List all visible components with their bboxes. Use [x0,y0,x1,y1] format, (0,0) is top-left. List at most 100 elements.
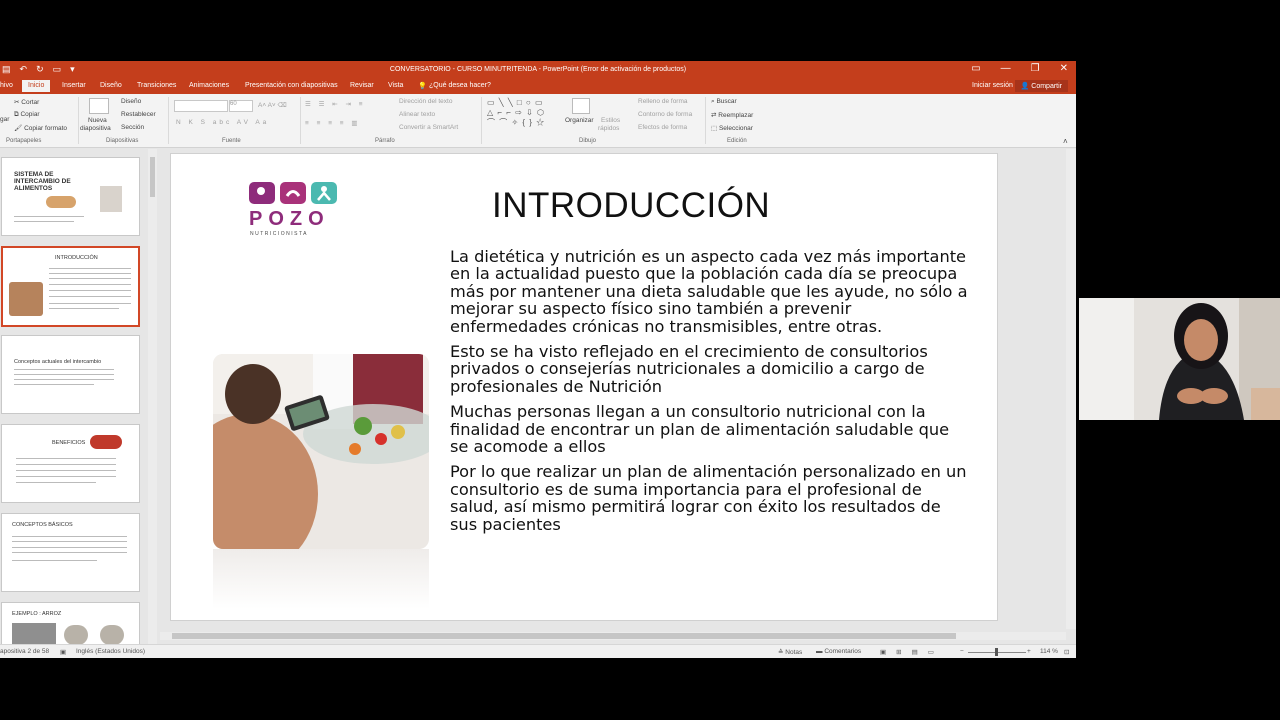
replace-label: Reemplazar [718,112,754,119]
tab-view[interactable]: Vista [388,82,403,89]
align-text-button[interactable]: Alinear texto [399,111,435,118]
paste-button[interactable]: gar [0,116,9,123]
font-size-input[interactable]: 60 [229,100,253,112]
reset-button[interactable]: Restablecer [121,111,156,118]
brush-icon: 🖌 [14,125,25,132]
spellcheck-icon[interactable]: ▣ [60,648,66,656]
group-label-font: Fuente [222,138,241,144]
sign-in-link[interactable]: Iniciar sesión [972,82,1013,89]
slide-thumbnail-5[interactable]: CONCEPTOS BÁSICOS [1,513,140,592]
tab-review[interactable]: Revisar [350,82,374,89]
text-line [16,464,116,465]
share-label: Compartir [1031,83,1062,90]
shape-effects-button[interactable]: Efectos de forma [638,124,687,131]
collapse-ribbon-icon[interactable]: ˄ [1063,137,1068,146]
nutrition-consultation-photo[interactable] [213,354,429,549]
separator [300,97,301,144]
select-icon: ⬚ [711,125,719,132]
select-label: Seleccionar [718,125,753,132]
tab-slideshow[interactable]: Presentación con diapositivas [245,82,338,89]
cut-button[interactable]: ✂ Cortar [14,98,39,106]
arrange-icon [572,98,590,114]
group-label-paragraph: Párrafo [375,138,395,144]
shapes-gallery[interactable]: ▭ ╲ ╲ □ ○ ▭ △ ⌐ ⌐ ⇨ ⇩ ⬡ ⌒ ⌒ ✧ { } ☆ [487,98,553,128]
group-label-clipboard: Portapapeles [6,138,42,144]
scrollbar-thumb[interactable] [172,633,956,639]
slide-horizontal-scrollbar[interactable] [160,632,1066,640]
zoom-level[interactable]: 114 % [1040,648,1058,655]
tab-transitions[interactable]: Transiciones [137,82,176,89]
thumbnail-title: CONCEPTOS BÁSICOS [12,522,73,528]
tab-animations[interactable]: Animaciones [189,82,229,89]
quick-styles-button-line2[interactable]: rápidos [598,125,619,132]
text-line [16,476,116,477]
new-slide-button-line2[interactable]: diapositiva [80,125,111,132]
new-slide-button[interactable]: Nueva [88,117,107,124]
text-line [49,273,131,274]
tab-file[interactable]: hivo [0,82,13,89]
tell-me-box[interactable]: ¿Qué desea hacer? [429,82,491,89]
ribbon-display-icon[interactable]: ▭ [971,63,980,74]
text-direction-button[interactable]: Dirección del texto [399,98,452,105]
separator [481,97,482,144]
layout-button[interactable]: Diseño [121,98,141,105]
measuring-tape-image [90,435,122,449]
consultation-image [9,282,43,316]
quick-styles-button[interactable]: Estilos [601,117,620,124]
slide-thumbnail-3[interactable]: Conceptos actuales del intercambio [1,335,140,414]
separator [705,97,706,144]
select-button[interactable]: ⬚ Seleccionar [711,124,753,132]
slide-canvas[interactable]: POZO NUTRICIONISTA INTRODUCCIÓN La dieté… [170,153,998,621]
close-icon[interactable]: ✕ [1060,63,1068,74]
slide-thumbnail-4[interactable]: BENEFICIOS [1,424,140,503]
text-line [12,541,127,542]
slide-title[interactable]: INTRODUCCIÓN [492,186,770,226]
slide-vertical-scrollbar[interactable] [1066,149,1076,629]
group-label-slides: Diapositivas [106,138,139,144]
slide-thumbnail-1[interactable]: SISTEMA DE INTERCAMBIO DE ALIMENTOS [1,157,140,236]
thumbnail-title: Conceptos actuales del intercambio [14,359,102,365]
shape-outline-button[interactable]: Contorno de forma [638,111,692,118]
tab-design[interactable]: Diseño [100,82,122,89]
minimize-icon[interactable]: — [1001,63,1011,74]
lightbulb-icon: 💡 [418,83,427,90]
thumbnail-scrollbar[interactable] [148,149,157,649]
comments-button[interactable]: ▬ Comentarios [816,648,861,655]
notes-button[interactable]: ≙ Notas [778,648,802,656]
list-buttons[interactable]: ☰ ☰ ⇤ ⇥ ≡ [305,100,366,108]
portrait-image [100,186,122,212]
restore-icon[interactable]: ❐ [1031,63,1040,74]
arrange-button[interactable]: Organizar [565,117,594,124]
slide-body-textbox[interactable]: La dietética y nutrición es un aspecto c… [450,248,970,541]
scrollbar-thumb[interactable] [150,157,155,197]
align-buttons[interactable]: ≡ ≡ ≡ ≡ ▥ [305,119,361,127]
text-line [12,552,127,553]
share-button[interactable]: 👤 Compartir [1014,80,1068,92]
zoom-out-icon[interactable]: − [960,648,964,655]
title-bar: ▤ ↶ ↻ ▭ ▾ CONVERSATORIO - CURSO MINUTRIT… [0,61,1076,79]
replace-button[interactable]: ⇄ Reemplazar [711,111,753,119]
zoom-slider-thumb[interactable] [995,648,998,656]
photo-image [213,354,429,549]
smartart-button[interactable]: Convertir a SmartArt [399,124,458,131]
thumbnail-title: BENEFICIOS [52,440,86,446]
slide-thumbnail-2[interactable]: INTRODUCCIÓN [1,246,140,327]
text-line [49,308,119,309]
tab-insert[interactable]: Insertar [62,82,86,89]
fit-slide-icon[interactable]: ⊡ [1064,648,1069,656]
copy-button[interactable]: ⧉ Copiar [14,111,40,119]
section-button[interactable]: Sección [121,124,144,131]
text-line [14,216,84,217]
font-grow-shrink-icons[interactable]: A˄ A˅ ⌫ [258,101,287,109]
font-name-input[interactable] [174,100,228,112]
zoom-in-icon[interactable]: + [1027,648,1031,655]
format-painter-button[interactable]: 🖌 Copiar formato [14,124,67,132]
text-line [16,458,116,459]
font-format-buttons[interactable]: N K S abc AV Aa [176,119,269,126]
tab-home[interactable]: Inicio [22,80,51,92]
shape-fill-button[interactable]: Relleno de forma [638,98,688,105]
view-buttons[interactable]: ▣⊞▤▭ [880,648,944,656]
find-button[interactable]: ⌕ Buscar [711,98,737,106]
slide-thumbnail-6[interactable]: EJEMPLO : ARROZ [1,602,140,649]
language-indicator[interactable]: Inglés (Estados Unidos) [76,648,145,655]
